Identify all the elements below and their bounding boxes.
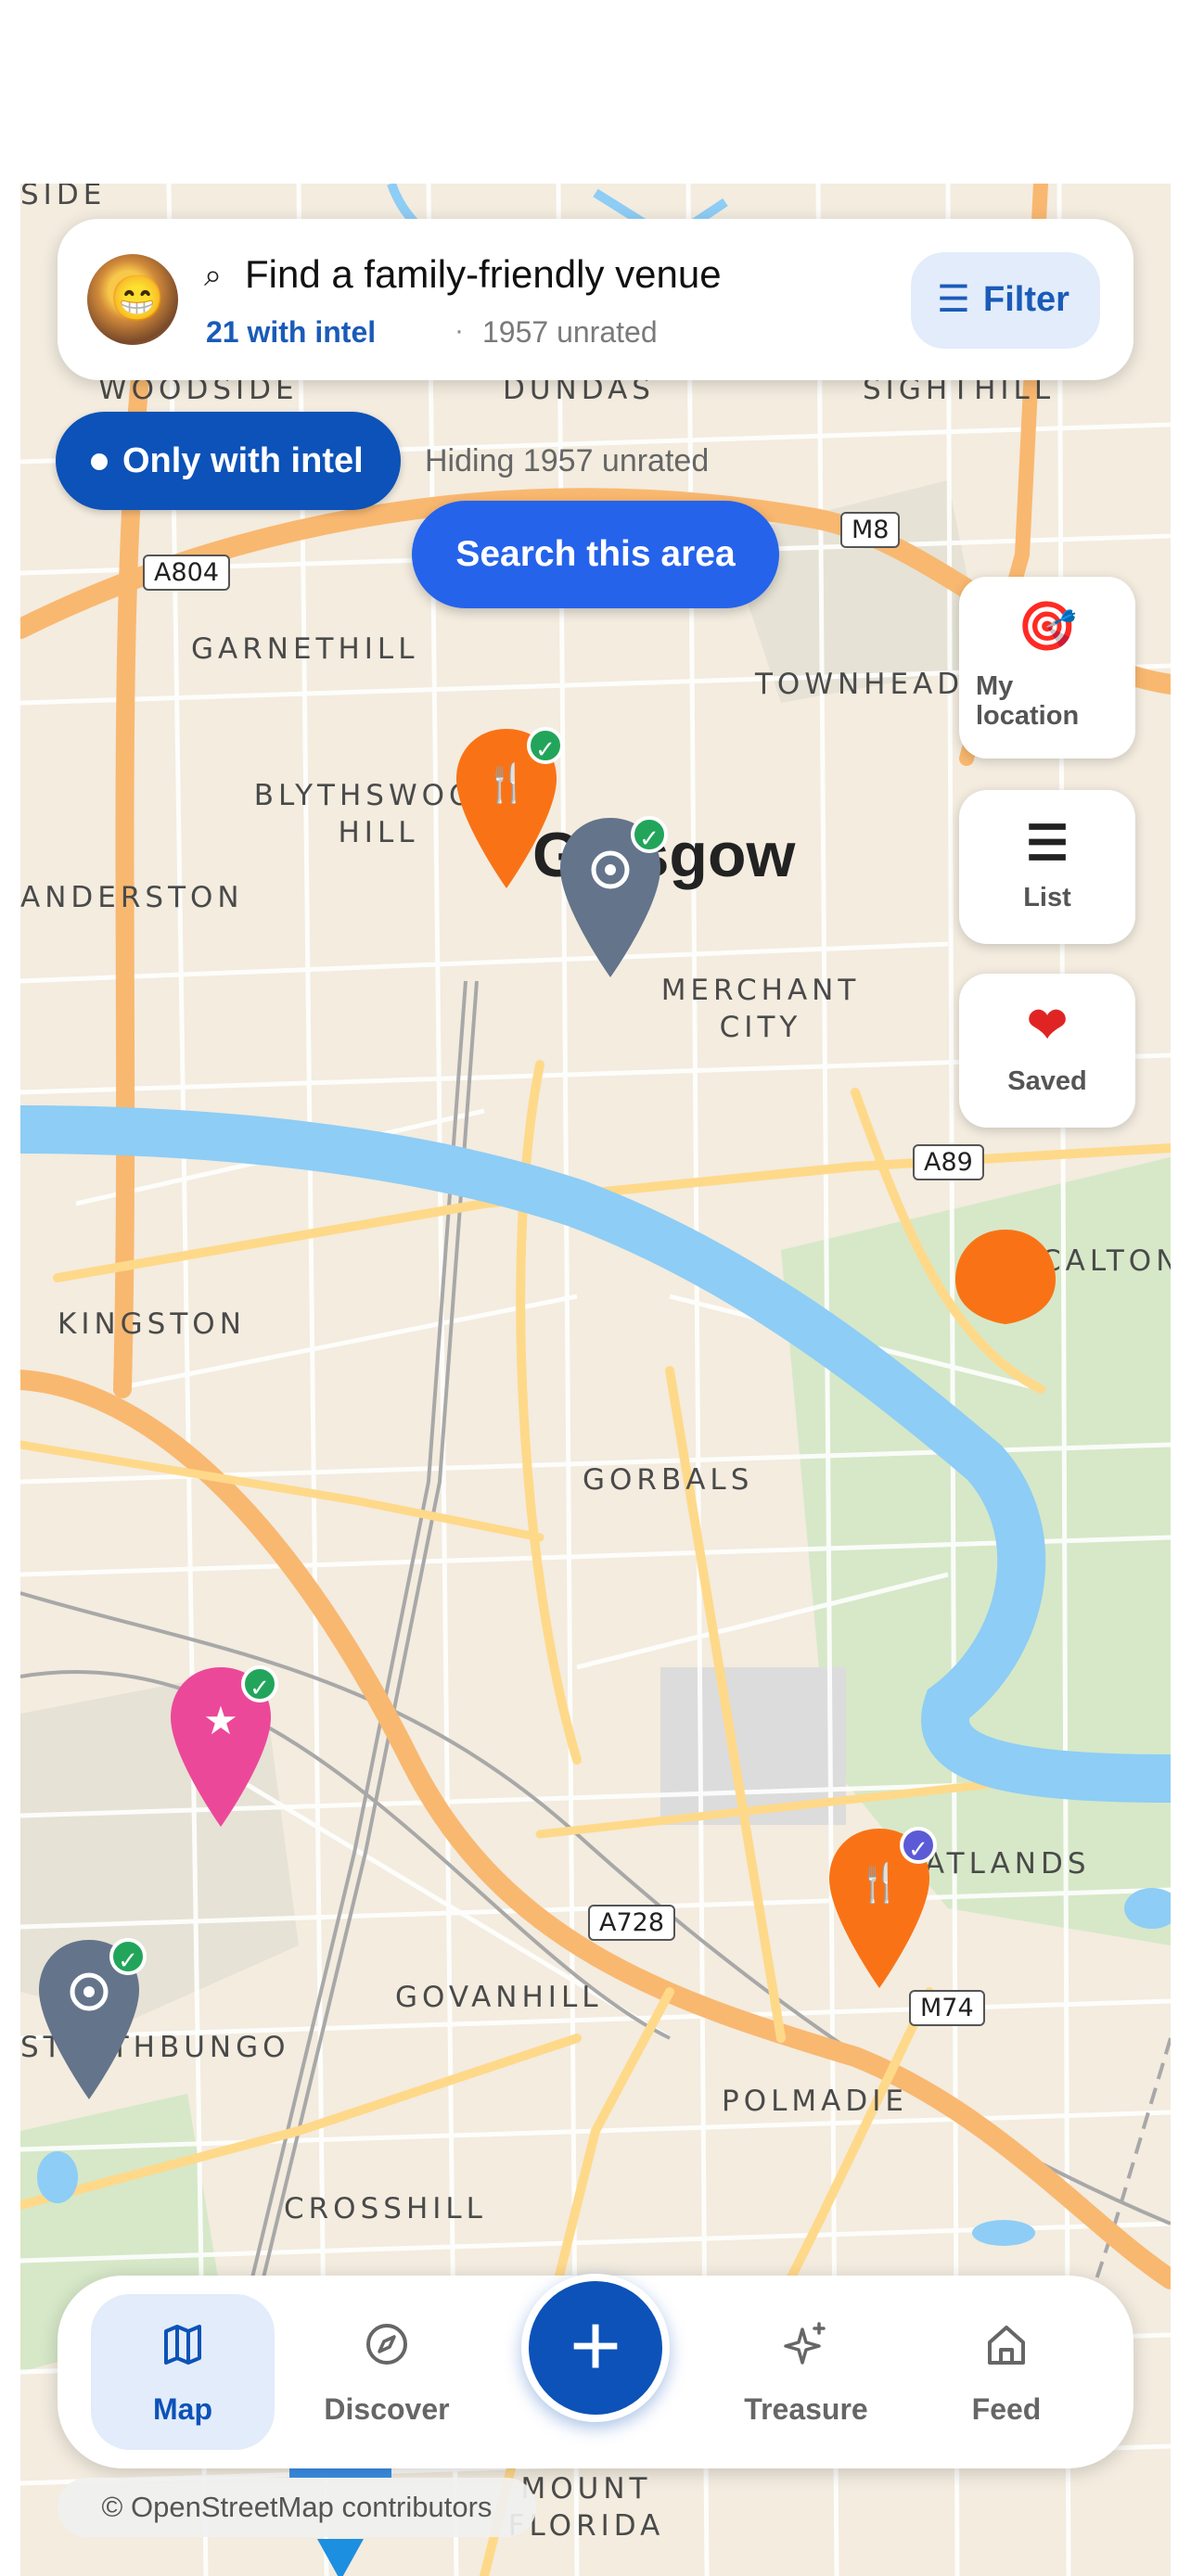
home-icon	[988, 2326, 1025, 2365]
nav-map-label: Map	[153, 2392, 212, 2426]
verified-check-icon: ✓	[527, 727, 564, 764]
saved-label: Saved	[1007, 1066, 1087, 1096]
map-label-polmadie: POLMADIE	[722, 2085, 908, 2118]
map-label-crosshill: CROSSHILL	[284, 2192, 487, 2225]
unrated-count: 1957 unrated	[482, 315, 658, 349]
map-label-kingston: KINGSTON	[58, 1307, 246, 1341]
verified-check-icon: ✓	[109, 1938, 147, 1975]
venue-pin-food[interactable]	[950, 1222, 1061, 1398]
filter-lines-icon: ☰	[937, 279, 970, 320]
search-this-area-button[interactable]: Search this area	[412, 501, 779, 608]
list-label: List	[1023, 883, 1071, 912]
intel-toggle-label: Only with intel	[122, 441, 364, 480]
verified-check-icon: ✓	[900, 1827, 937, 1864]
nav-treasure[interactable]: Treasure	[714, 2294, 898, 2450]
map-icon	[164, 2325, 201, 2365]
avatar[interactable]: 😁	[87, 254, 178, 345]
toggle-dot-icon	[91, 453, 108, 470]
hiding-unrated-text: Hiding 1957 unrated	[425, 443, 710, 478]
venue-pin-food[interactable]: 🍴 ✓	[824, 1821, 937, 1997]
svg-text:🍴: 🍴	[856, 1861, 903, 1905]
venue-pin-place[interactable]: ✓	[33, 1932, 147, 2109]
map-label-gorbals: GORBALS	[583, 1463, 754, 1497]
food-pin-icon	[955, 1230, 1056, 1324]
target-icon: 🎯	[1017, 600, 1078, 654]
saved-button[interactable]: ❤ Saved	[959, 974, 1135, 1128]
search-input[interactable]: Find a family-friendly venue	[245, 252, 722, 297]
svg-text:🍴: 🍴	[483, 761, 530, 805]
grin-face-icon: 😁	[109, 274, 165, 324]
add-button[interactable]: +	[521, 2274, 670, 2422]
map-label-townhead: TOWNHEAD	[755, 668, 965, 701]
road-shield-m8: M8	[840, 512, 901, 548]
search-card[interactable]: 😁 ⌕ Find a family-friendly venue 21 with…	[58, 219, 1133, 380]
nav-map[interactable]: Map	[91, 2294, 275, 2450]
nav-treasure-label: Treasure	[744, 2392, 868, 2426]
venue-pin-place[interactable]: ✓	[555, 810, 668, 987]
map-label-side: SIDE	[20, 184, 107, 211]
map-label-merchant-city: MERCHANT CITY	[660, 974, 861, 1044]
list-button[interactable]: ☰ List	[959, 790, 1135, 944]
search-icon: ⌕	[204, 258, 223, 293]
verified-check-icon: ✓	[631, 816, 668, 853]
map-attribution[interactable]: © OpenStreetMap contributors	[58, 2478, 536, 2537]
map-label-govanhill: GOVANHILL	[395, 1981, 603, 2014]
nav-discover[interactable]: Discover	[295, 2294, 479, 2450]
venue-pin-star[interactable]: ★ ✓	[165, 1660, 278, 1836]
heart-icon: ❤	[1027, 999, 1068, 1052]
sparkles-icon	[784, 2322, 826, 2365]
road-shield-a728: A728	[588, 1905, 676, 1941]
intel-count: 21 with intel	[206, 315, 377, 349]
map-label-garnethill: GARNETHILL	[191, 632, 419, 666]
verified-check-icon: ✓	[241, 1665, 278, 1702]
filter-label: Filter	[983, 280, 1069, 319]
svg-text:★: ★	[203, 1698, 238, 1743]
venue-pin-food[interactable]: 🍴 ✓	[451, 721, 564, 898]
my-location-button[interactable]: 🎯 My location	[959, 577, 1135, 759]
list-icon: ☰	[1025, 817, 1069, 871]
compass-icon	[366, 2324, 407, 2365]
plus-icon: +	[569, 2296, 622, 2395]
nav-discover-label: Discover	[324, 2392, 450, 2426]
map-label-anderston: ANDERSTON	[20, 881, 244, 914]
filter-button[interactable]: ☰ Filter	[911, 252, 1100, 349]
road-shield-a89: A89	[913, 1144, 984, 1180]
my-location-label: My location	[976, 671, 1080, 731]
road-shield-a804: A804	[143, 555, 231, 591]
nav-feed[interactable]: Feed	[915, 2294, 1098, 2450]
nav-feed-label: Feed	[971, 2392, 1042, 2426]
separator-dot: ·	[455, 315, 464, 346]
only-with-intel-toggle[interactable]: Only with intel	[56, 412, 401, 510]
